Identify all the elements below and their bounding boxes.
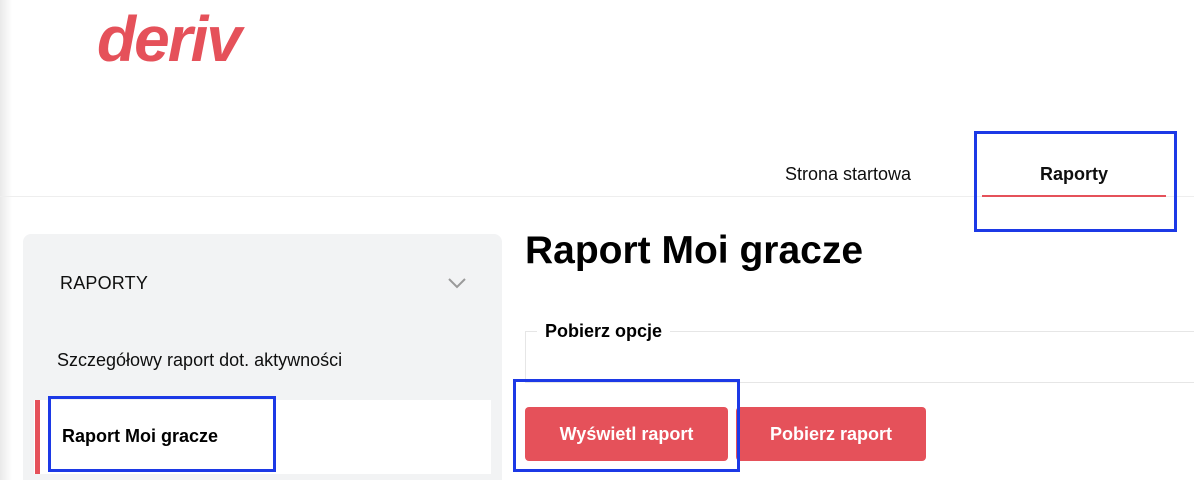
download-report-button[interactable]: Pobierz raport [736,407,926,461]
nav-tab-home[interactable]: Strona startowa [785,162,911,186]
chevron-down-icon[interactable] [447,276,467,290]
page: deriv Strona startowa Raporty RAPORTY Sz… [0,0,1194,480]
deriv-logo-text: deriv [97,6,245,68]
nav-tab-reports[interactable]: Raporty [982,162,1166,186]
sidebar-item-my-players-label[interactable]: Raport Moi gracze [62,426,218,447]
page-title: Raport Moi gracze [525,229,864,272]
sidebar-item-activity-report[interactable]: Szczegółowy raport dot. aktywności [57,350,342,371]
nav-active-indicator [982,195,1166,197]
deriv-logo-wordmark: deriv [97,3,247,75]
sidebar-section-title[interactable]: RAPORTY [60,273,148,294]
window-edge-shadow [0,0,12,480]
view-report-button[interactable]: Wyświetl raport [525,407,728,461]
options-fieldset-legend: Pobierz opcje [537,320,671,342]
top-navigation: Strona startowa Raporty [0,130,1194,197]
sidebar-active-indicator [35,400,40,474]
sidebar: RAPORTY Szczegółowy raport dot. aktywnoś… [23,234,502,480]
deriv-logo[interactable]: deriv [97,3,265,75]
